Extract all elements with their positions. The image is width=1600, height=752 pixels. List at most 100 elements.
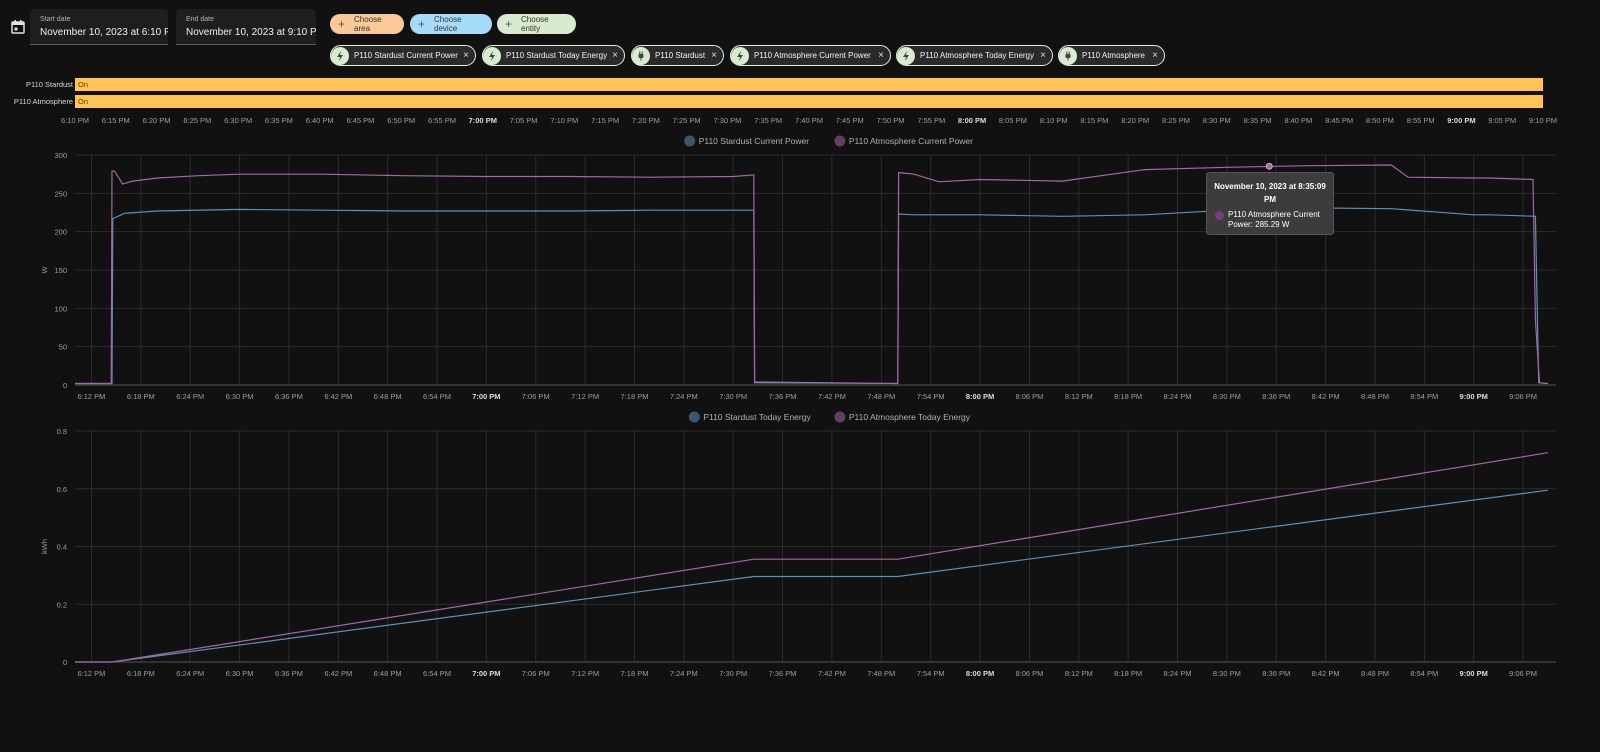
x-tick-label: 6:48 PM [374, 392, 402, 401]
x-tick-label: 7:36 PM [769, 392, 797, 401]
y-axis-label: W [40, 266, 49, 274]
x-tick-label: 6:24 PM [176, 392, 204, 401]
x-tick-label: 7:06 PM [522, 392, 550, 401]
timeline-tick-label: 6:25 PM [183, 116, 211, 125]
timeline-tick-label: 7:15 PM [591, 116, 619, 125]
x-tick-label: 7:36 PM [769, 669, 797, 678]
legend-label: P110 Atmosphere Current Power [849, 136, 973, 146]
timeline-row-label: P110 Atmosphere [14, 97, 73, 106]
x-tick-label: 7:18 PM [621, 392, 649, 401]
x-tick-label: 7:00 PM [472, 392, 500, 401]
timeline-tick-label: 6:50 PM [387, 116, 415, 125]
timeline-tick-label: 6:45 PM [346, 116, 374, 125]
x-tick-label: 7:12 PM [571, 392, 599, 401]
legend-marker [684, 135, 696, 147]
energy-chart: P110 Stardust Today Energy P110 Atmospher… [40, 411, 1556, 678]
x-tick-label: 7:06 PM [522, 669, 550, 678]
timeline-tick-label: 8:10 PM [1040, 116, 1068, 125]
x-tick-label: 8:06 PM [1015, 669, 1043, 678]
timeline-state-bar [75, 78, 1543, 91]
timeline-tick-label: 6:55 PM [428, 116, 456, 125]
timeline-tick-label: 7:05 PM [510, 116, 538, 125]
y-tick-label: 50 [59, 343, 67, 352]
chart-tooltip: November 10, 2023 at 8:35:09 PM P110 Atm… [1206, 172, 1334, 235]
timeline-tick-label: 8:50 PM [1366, 116, 1394, 125]
x-tick-label: 6:24 PM [176, 669, 204, 678]
x-tick-label: 8:00 PM [966, 669, 994, 678]
timeline-tick-label: 8:55 PM [1407, 116, 1435, 125]
timeline-tick-label: 7:40 PM [795, 116, 823, 125]
x-tick-label: 7:42 PM [818, 669, 846, 678]
legend-marker [834, 411, 846, 423]
x-tick-label: 6:30 PM [226, 392, 254, 401]
x-tick-label: 8:42 PM [1312, 392, 1340, 401]
x-tick-label: 8:18 PM [1114, 392, 1142, 401]
x-tick-label: 6:54 PM [423, 392, 451, 401]
x-tick-label: 9:00 PM [1460, 669, 1488, 678]
x-tick-label: 8:42 PM [1312, 669, 1340, 678]
timeline-svg: P110 Stardust On P110 Atmosphere On 6:10 PM 6… [14, 78, 1557, 125]
x-tick-label: 7:30 PM [719, 392, 747, 401]
x-tick-label: 6:42 PM [324, 392, 352, 401]
timeline-tick-label: 8:00 PM [958, 116, 986, 125]
tooltip-value: P110 Atmosphere Current Power: 285.29 W [1228, 210, 1320, 229]
x-tick-label: 8:24 PM [1164, 392, 1192, 401]
x-tick-label: 6:30 PM [226, 669, 254, 678]
timeline-tick-label: 6:20 PM [143, 116, 171, 125]
timeline-row-label: P110 Stardust [26, 80, 74, 89]
legend-label: P110 Stardust Today Energy [703, 412, 811, 422]
y-tick-label: 150 [54, 266, 67, 275]
timeline-state-label: On [78, 80, 88, 89]
timeline-tick-label: 7:30 PM [713, 116, 741, 125]
x-tick-label: 8:48 PM [1361, 392, 1389, 401]
x-tick-label: 7:30 PM [719, 669, 747, 678]
x-tick-label: 8:12 PM [1065, 392, 1093, 401]
series-line [75, 489, 1548, 663]
y-tick-label: 300 [54, 151, 67, 160]
timeline-tick-label: 7:55 PM [917, 116, 945, 125]
timeline-state-bar [75, 95, 1543, 108]
x-tick-label: 7:12 PM [571, 669, 599, 678]
x-tick-label: 8:18 PM [1114, 669, 1142, 678]
timeline-tick-label: 6:15 PM [102, 116, 130, 125]
x-tick-label: 7:48 PM [867, 392, 895, 401]
legend-label: P110 Stardust Current Power [699, 136, 810, 146]
x-tick-label: 8:06 PM [1015, 392, 1043, 401]
timeline-tick-label: 8:45 PM [1325, 116, 1353, 125]
y-tick-label: 100 [54, 304, 67, 313]
x-tick-label: 7:24 PM [670, 392, 698, 401]
timeline-tick-label: 8:15 PM [1080, 116, 1108, 125]
tooltip-point [1265, 162, 1273, 170]
timeline-tick-label: 7:50 PM [877, 116, 905, 125]
y-tick-label: 0.8 [57, 427, 67, 436]
y-tick-label: 0.4 [57, 543, 67, 552]
x-tick-label: 8:24 PM [1164, 669, 1192, 678]
x-tick-label: 6:18 PM [127, 392, 155, 401]
timeline-tick-label: 6:35 PM [265, 116, 293, 125]
timeline-tick-label: 6:40 PM [306, 116, 334, 125]
tooltip-series-dot [1215, 211, 1224, 220]
timeline-tick-label: 8:40 PM [1284, 116, 1312, 125]
timeline-tick-label: 7:20 PM [632, 116, 660, 125]
timeline-tick-label: 6:10 PM [61, 116, 89, 125]
x-tick-label: 9:06 PM [1509, 669, 1537, 678]
x-tick-label: 9:00 PM [1460, 392, 1488, 401]
timeline-tick-label: 7:35 PM [754, 116, 782, 125]
timeline-tick-label: 8:35 PM [1244, 116, 1272, 125]
x-tick-label: 8:30 PM [1213, 392, 1241, 401]
x-tick-label: 6:54 PM [423, 669, 451, 678]
timeline-tick-label: 7:25 PM [673, 116, 701, 125]
y-tick-label: 200 [54, 228, 67, 237]
y-tick-label: 0.2 [57, 600, 67, 609]
x-tick-label: 6:48 PM [374, 669, 402, 678]
timeline-tick-label: 7:00 PM [469, 116, 497, 125]
x-tick-label: 7:00 PM [472, 669, 500, 678]
timeline-tick-label: 8:30 PM [1203, 116, 1231, 125]
timeline-tick-label: 6:30 PM [224, 116, 252, 125]
x-tick-label: 7:24 PM [670, 669, 698, 678]
timeline-tick-label: 8:20 PM [1121, 116, 1149, 125]
x-tick-label: 7:54 PM [917, 669, 945, 678]
timeline-tick-label: 9:10 PM [1529, 116, 1557, 125]
series-line [75, 452, 1548, 663]
x-tick-label: 7:48 PM [867, 669, 895, 678]
